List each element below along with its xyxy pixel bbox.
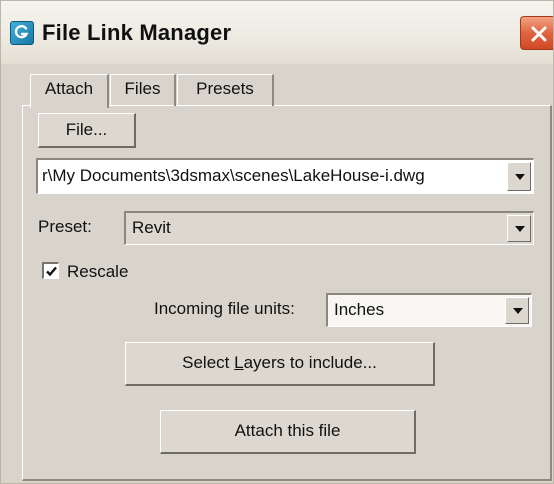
select-layers-label-start: Select	[182, 353, 235, 372]
tab-presets[interactable]: Presets	[177, 74, 274, 106]
rescale-label[interactable]: Rescale	[67, 262, 128, 282]
preset-label: Preset:	[38, 217, 92, 236]
chevron-down-icon	[515, 173, 525, 180]
preset-dropdown-button[interactable]	[507, 215, 531, 242]
chevron-down-icon	[513, 307, 523, 314]
incoming-units-dropdown-button[interactable]	[505, 297, 529, 324]
select-layers-mnemonic: L	[234, 353, 244, 372]
file-path-dropdown[interactable]: r\My Documents\3dsmax\scenes\LakeHouse-i…	[36, 158, 534, 194]
select-layers-label-end: ayers to include...	[243, 353, 377, 372]
incoming-units-value: Inches	[334, 300, 385, 319]
select-layers-button[interactable]: Select Layers to include...	[125, 342, 435, 386]
incoming-units-dropdown[interactable]: Inches	[326, 293, 532, 327]
title-bar[interactable]: File Link Manager	[0, 0, 554, 64]
tab-attach[interactable]: Attach	[30, 74, 109, 108]
checkmark-icon	[46, 266, 57, 277]
window-title: File Link Manager	[42, 20, 232, 45]
tab-files[interactable]: Files	[110, 74, 176, 106]
attach-file-button[interactable]: Attach this file	[160, 410, 416, 454]
preset-dropdown[interactable]: Revit	[124, 211, 534, 245]
file-path-dropdown-button[interactable]	[507, 162, 531, 191]
preset-value: Revit	[132, 218, 171, 237]
file-browse-button[interactable]: File...	[38, 113, 136, 148]
file-link-manager-dialog: File Link Manager Attach Files Presets F…	[0, 0, 554, 484]
file-path-value: r\My Documents\3dsmax\scenes\LakeHouse-i…	[42, 166, 425, 185]
chevron-down-icon	[515, 225, 525, 232]
incoming-units-label: Incoming file units:	[154, 299, 295, 318]
close-icon	[531, 26, 547, 42]
close-button[interactable]	[520, 16, 554, 50]
3dsmax-app-icon	[10, 21, 34, 45]
rescale-checkbox[interactable]	[42, 262, 59, 279]
